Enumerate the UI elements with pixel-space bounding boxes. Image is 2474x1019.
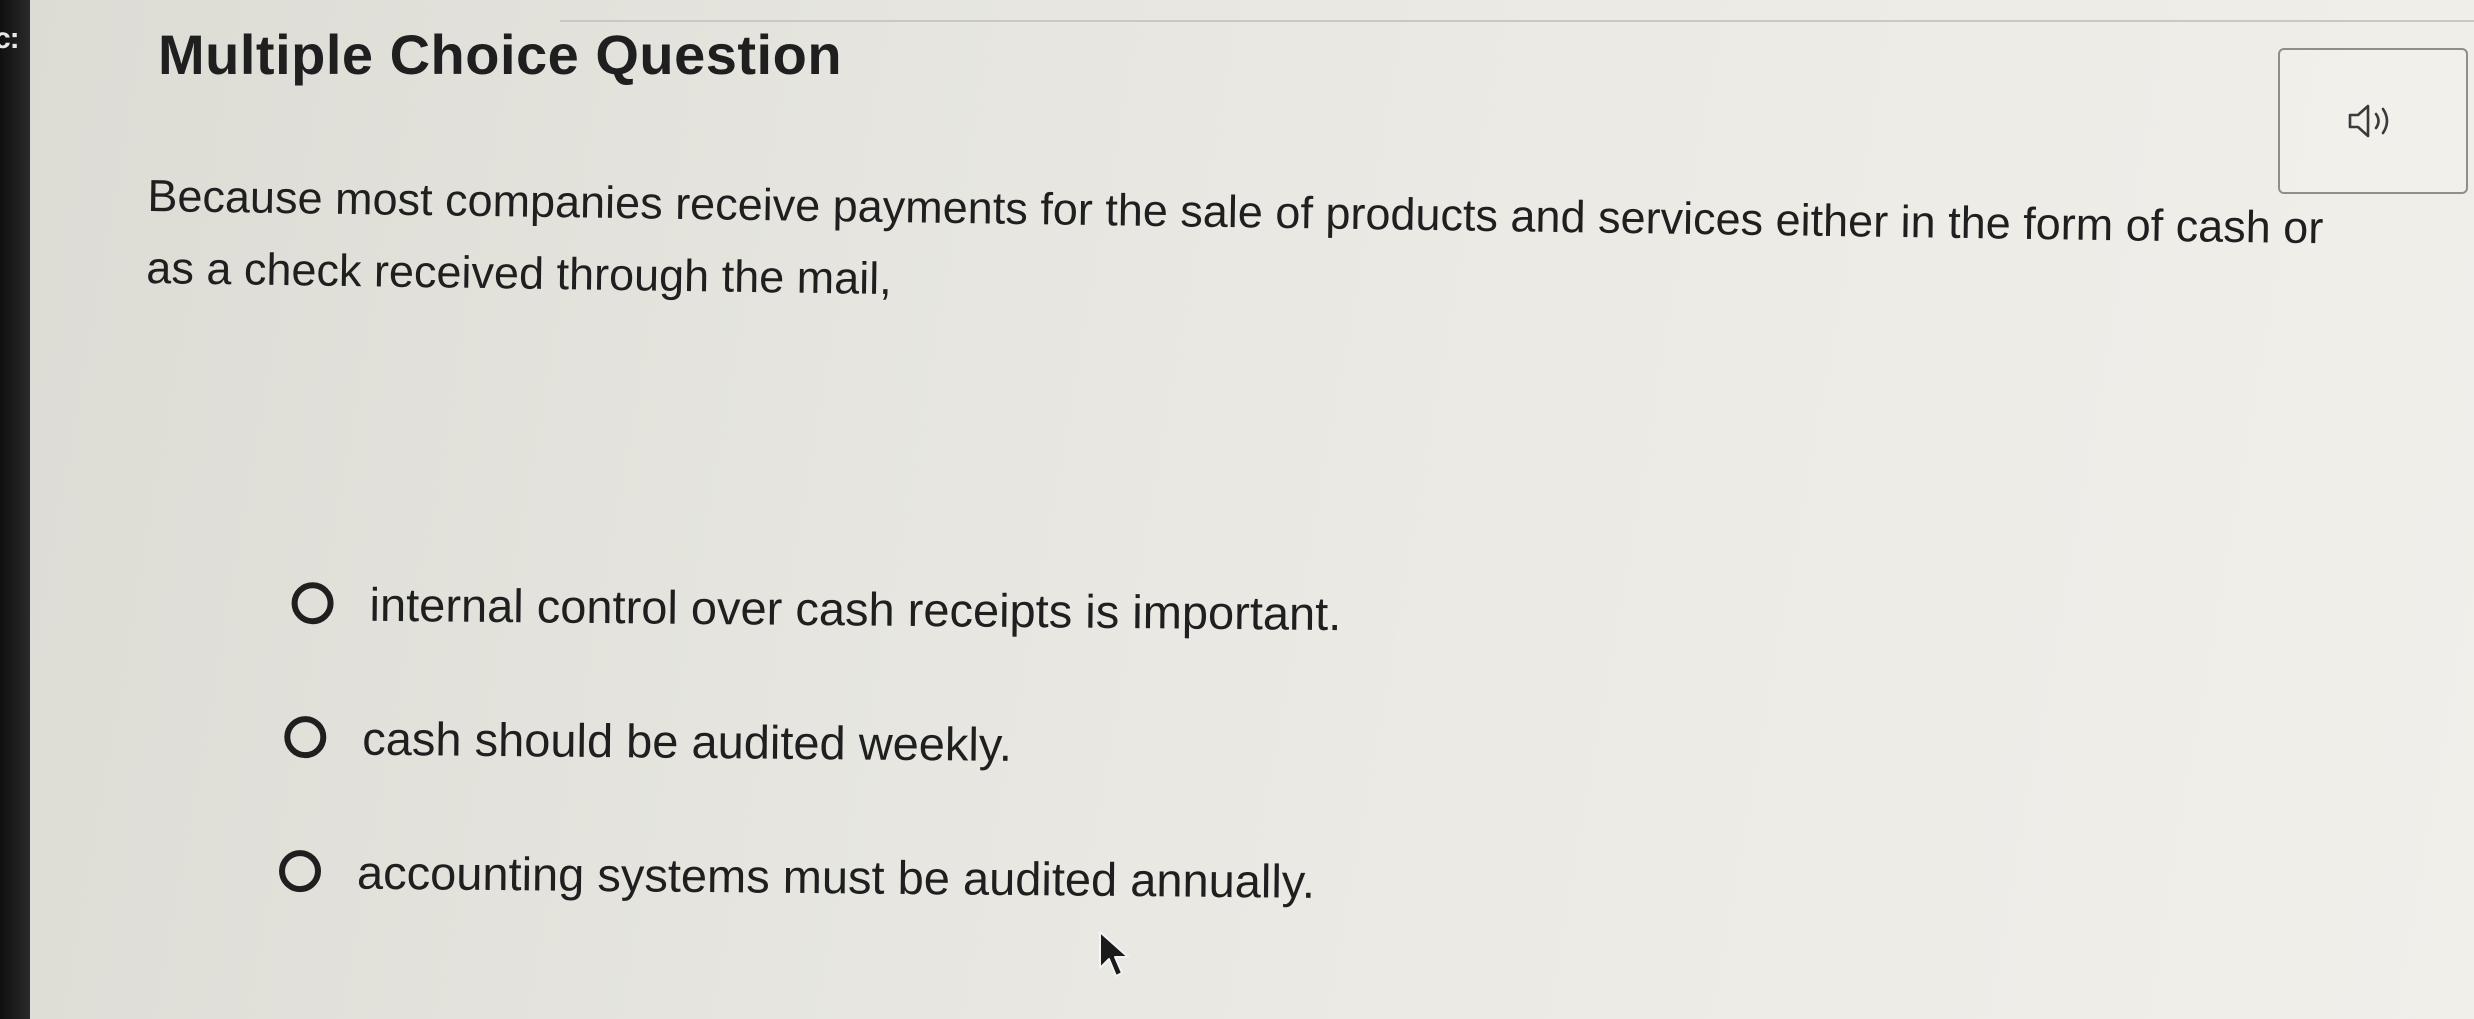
- speaker-icon: [2348, 104, 2389, 138]
- answer-option-label: internal control over cash receipts is i…: [369, 577, 1342, 640]
- radio-button-1[interactable]: [291, 581, 334, 625]
- answer-option-3[interactable]: accounting systems must be audited annua…: [278, 828, 1340, 924]
- answer-option-2[interactable]: cash should be audited weekly.: [284, 694, 1341, 790]
- question-text: Because most companies receive payments …: [146, 169, 2324, 305]
- edge-label: c:: [0, 22, 20, 55]
- mouse-pointer-icon: [1099, 931, 1129, 977]
- read-aloud-button[interactable]: [2278, 48, 2468, 194]
- answer-option-1[interactable]: internal control over cash receipts is i…: [291, 560, 1342, 656]
- answer-option-label: cash should be audited weekly.: [362, 711, 1013, 771]
- answer-options: internal control over cash receipts is i…: [278, 560, 1342, 972]
- page-title: Multiple Choice Question: [158, 23, 843, 86]
- radio-button-3[interactable]: [278, 849, 322, 893]
- top-divider: [560, 20, 2474, 22]
- answer-option-label: accounting systems must be audited annua…: [356, 845, 1316, 908]
- left-edge-strip: c:: [0, 0, 30, 1019]
- radio-button-2[interactable]: [284, 715, 327, 759]
